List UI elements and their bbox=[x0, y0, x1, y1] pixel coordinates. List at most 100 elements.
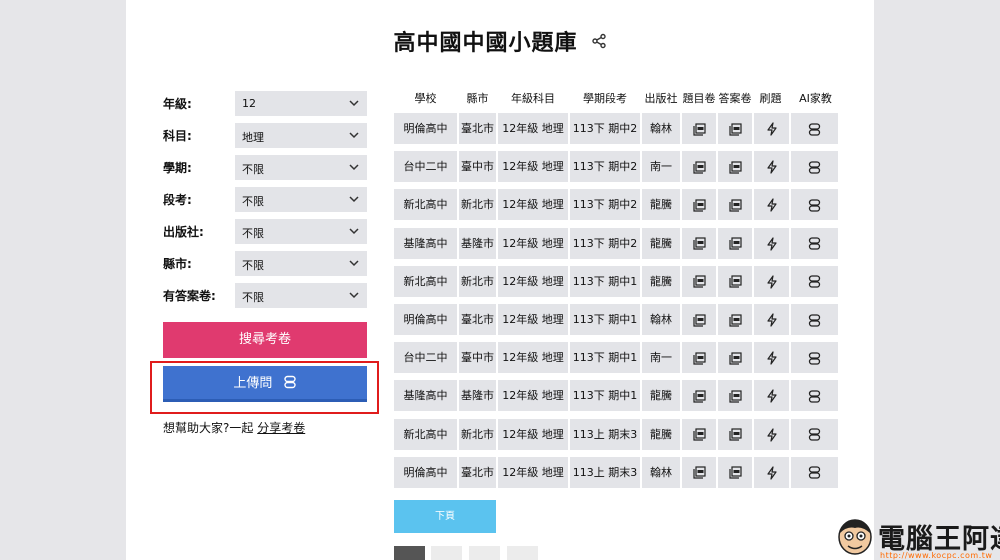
robot-icon bbox=[808, 199, 821, 212]
city-cell: 新北市 bbox=[459, 265, 496, 297]
ai-tutor-button[interactable] bbox=[791, 265, 838, 297]
share-icon[interactable] bbox=[591, 33, 607, 49]
question-sheet-button[interactable] bbox=[682, 265, 716, 297]
publisher-cell: 南一 bbox=[642, 342, 680, 374]
answer-sheet-button[interactable] bbox=[718, 189, 752, 221]
ai-tutor-button[interactable] bbox=[791, 113, 838, 144]
question-sheet-button[interactable] bbox=[682, 418, 716, 450]
column-header: 出版社 bbox=[644, 92, 678, 105]
school-cell: 台中二中 bbox=[394, 342, 457, 374]
page-button[interactable] bbox=[394, 546, 425, 560]
practice-button[interactable] bbox=[754, 418, 789, 450]
column-header: 學期段考 bbox=[583, 92, 627, 105]
grade-subject-cell: 12年級 地理 bbox=[498, 265, 568, 297]
school-cell: 明倫高中 bbox=[394, 304, 457, 335]
page-button[interactable] bbox=[469, 546, 500, 560]
answer-sheet-button[interactable] bbox=[718, 227, 752, 259]
filter-label: 出版社: bbox=[163, 225, 204, 239]
answer-sheet-button[interactable] bbox=[718, 380, 752, 412]
select-value: 不限 bbox=[242, 259, 264, 272]
practice-button[interactable] bbox=[754, 380, 789, 412]
semester-exam-cell: 113下 期中1 bbox=[570, 265, 640, 297]
robot-icon bbox=[808, 313, 821, 327]
title-row: 高中國中國小題庫 bbox=[126, 25, 874, 56]
pdf-icon bbox=[692, 237, 706, 250]
city-cell: 臺北市 bbox=[459, 113, 496, 144]
question-sheet-button[interactable] bbox=[682, 189, 716, 221]
column-header: 學校 bbox=[414, 92, 437, 105]
filter-label: 年級: bbox=[163, 97, 192, 111]
chevron-down-icon bbox=[349, 292, 359, 299]
grade-select[interactable]: 12 bbox=[235, 91, 367, 116]
school-cell: 明倫高中 bbox=[394, 113, 457, 144]
practice-button[interactable] bbox=[754, 456, 789, 488]
ai-tutor-button[interactable] bbox=[791, 304, 838, 335]
subject-select[interactable]: 地理 bbox=[235, 123, 367, 148]
answer-sheet-button[interactable] bbox=[718, 113, 752, 144]
city-cell: 臺中市 bbox=[459, 151, 496, 183]
column-header: 題目卷 bbox=[682, 92, 716, 105]
practice-button[interactable] bbox=[754, 265, 789, 297]
answer-sheet-button[interactable] bbox=[718, 151, 752, 183]
pdf-icon bbox=[728, 352, 742, 365]
answer-sheet-button[interactable] bbox=[718, 304, 752, 335]
question-sheet-button[interactable] bbox=[682, 456, 716, 488]
school-cell: 基隆高中 bbox=[394, 227, 457, 259]
pdf-icon bbox=[692, 428, 706, 441]
question-sheet-button[interactable] bbox=[682, 227, 716, 259]
ai-tutor-button[interactable] bbox=[791, 380, 838, 412]
page-button[interactable] bbox=[507, 546, 538, 560]
practice-button[interactable] bbox=[754, 151, 789, 183]
practice-button[interactable] bbox=[754, 342, 789, 374]
practice-button[interactable] bbox=[754, 304, 789, 335]
lightning-icon bbox=[766, 236, 777, 251]
semester-exam-cell: 113下 期中2 bbox=[570, 189, 640, 221]
pdf-icon bbox=[728, 199, 742, 212]
ai-tutor-button[interactable] bbox=[791, 227, 838, 259]
semester-exam-cell: 113上 期末3 bbox=[570, 418, 640, 450]
column-header: 答案卷 bbox=[718, 92, 752, 105]
publisher-cell: 翰林 bbox=[642, 304, 680, 335]
ai-tutor-button[interactable] bbox=[791, 189, 838, 221]
grade-subject-cell: 12年級 地理 bbox=[498, 113, 568, 144]
answer-sheet-select[interactable]: 不限 bbox=[235, 283, 367, 308]
pdf-icon bbox=[692, 352, 706, 365]
answer-sheet-button[interactable] bbox=[718, 342, 752, 374]
answer-sheet-button[interactable] bbox=[718, 265, 752, 297]
share-exam-link[interactable]: 分享考卷 bbox=[257, 421, 305, 435]
answer-sheet-button[interactable] bbox=[718, 418, 752, 450]
city-select[interactable]: 不限 bbox=[235, 251, 367, 276]
semester-select[interactable]: 不限 bbox=[235, 155, 367, 180]
upload-question-button[interactable]: 上傳問 bbox=[163, 366, 367, 402]
question-sheet-button[interactable] bbox=[682, 113, 716, 144]
next-page-button[interactable]: 下頁 bbox=[394, 500, 496, 533]
search-exam-button[interactable]: 搜尋考卷 bbox=[163, 322, 367, 358]
ai-tutor-button[interactable] bbox=[791, 342, 838, 374]
practice-button[interactable] bbox=[754, 189, 789, 221]
page-button[interactable] bbox=[431, 546, 462, 560]
question-sheet-button[interactable] bbox=[682, 151, 716, 183]
question-sheet-button[interactable] bbox=[682, 304, 716, 335]
table-row: 新北高中 新北市 12年級 地理 113下 期中2 龍騰 bbox=[394, 189, 838, 221]
question-sheet-button[interactable] bbox=[682, 380, 716, 412]
ai-tutor-button[interactable] bbox=[791, 151, 838, 183]
select-value: 地理 bbox=[242, 131, 264, 144]
pdf-icon bbox=[728, 390, 742, 403]
lightning-icon bbox=[766, 160, 777, 174]
practice-button[interactable] bbox=[754, 113, 789, 144]
pdf-icon bbox=[728, 161, 742, 174]
ai-tutor-button[interactable] bbox=[791, 418, 838, 450]
semester-exam-cell: 113上 期末3 bbox=[570, 456, 640, 488]
question-sheet-button[interactable] bbox=[682, 342, 716, 374]
lightning-icon bbox=[766, 351, 777, 365]
column-header: AI家教 bbox=[799, 92, 832, 105]
school-cell: 新北高中 bbox=[394, 189, 457, 221]
practice-button[interactable] bbox=[754, 227, 789, 259]
grade-subject-cell: 12年級 地理 bbox=[498, 342, 568, 374]
answer-sheet-button[interactable] bbox=[718, 456, 752, 488]
watermark-url: http://www.kocpc.com.tw bbox=[880, 551, 993, 560]
chevron-down-icon bbox=[349, 164, 359, 171]
ai-tutor-button[interactable] bbox=[791, 456, 838, 488]
publisher-select[interactable]: 不限 bbox=[235, 219, 367, 244]
exam-select[interactable]: 不限 bbox=[235, 187, 367, 212]
